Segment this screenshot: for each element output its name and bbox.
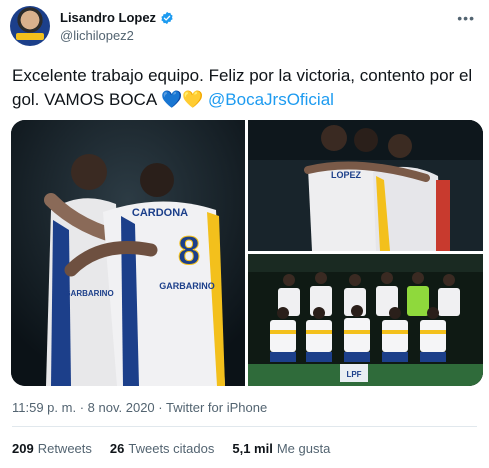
media-grid: CARDONA 8 GARBARINO GARBARINO LOPEZ LPF <box>11 120 483 386</box>
photo-team-lineup-graphic: LPF <box>248 254 483 386</box>
quote-tweets-label: Tweets citados <box>128 441 215 456</box>
more-options-icon[interactable]: ••• <box>457 10 475 26</box>
photo-celebration-graphic: CARDONA 8 GARBARINO GARBARINO <box>11 120 245 386</box>
tweet-card[interactable]: Lisandro Lopez @lichilopez2 ••• Excelent… <box>0 0 489 468</box>
tweet-time[interactable]: 11:59 p. m. <box>12 400 76 415</box>
retweets-label: Retweets <box>37 441 92 456</box>
tweet-text: Excelente trabajo equipo. Feliz por la v… <box>12 64 482 112</box>
likes-count: 5,1 mil <box>232 441 273 456</box>
sponsor-text-back: GARBARINO <box>64 289 113 298</box>
mention-link[interactable]: @BocaJrsOficial <box>208 90 334 109</box>
likes-label: Me gusta <box>276 441 331 456</box>
meta-separator-2: · <box>158 400 163 415</box>
avatar[interactable] <box>10 6 50 46</box>
sponsor-text-front: GARBARINO <box>159 281 215 291</box>
author-display-name[interactable]: Lisandro Lopez <box>60 10 156 25</box>
quote-tweets-stat[interactable]: 26 Tweets citados <box>110 441 214 456</box>
meta-separator: · <box>79 400 85 415</box>
board-logo: LPF <box>346 370 361 379</box>
tweet-date[interactable]: 8 nov. 2020 <box>88 400 155 415</box>
quote-tweets-count: 26 <box>109 441 125 456</box>
yellow-heart-emoji: 💛 <box>182 90 204 109</box>
photo-group-hug[interactable]: LOPEZ <box>248 120 483 251</box>
tweet-stats: 209 Retweets 26 Tweets citados 5,1 mil Me g… <box>12 441 330 456</box>
author-name-row[interactable]: Lisandro Lopez <box>60 10 174 25</box>
verified-badge-icon <box>161 11 173 24</box>
divider <box>12 426 477 427</box>
retweets-count: 209 <box>12 441 34 456</box>
photo-group-hug-graphic: LOPEZ <box>248 120 483 251</box>
jersey-name: CARDONA <box>132 207 188 219</box>
likes-stat[interactable]: 5,1 mil Me gusta <box>232 441 330 456</box>
blue-heart-emoji: 💙 <box>160 90 183 109</box>
tweet-source[interactable]: Twitter for iPhone <box>166 400 267 415</box>
tweet-meta: 11:59 p. m. · 8 nov. 2020 · Twitter for … <box>12 400 267 415</box>
photo-team-lineup[interactable]: LPF <box>248 254 483 386</box>
author-handle[interactable]: @lichilopez2 <box>60 28 134 43</box>
jersey-number: 8 <box>178 229 200 273</box>
jersey-name-2: LOPEZ <box>331 170 362 180</box>
photo-celebration-main[interactable]: CARDONA 8 GARBARINO GARBARINO <box>11 120 245 386</box>
retweets-stat[interactable]: 209 Retweets <box>12 441 92 456</box>
